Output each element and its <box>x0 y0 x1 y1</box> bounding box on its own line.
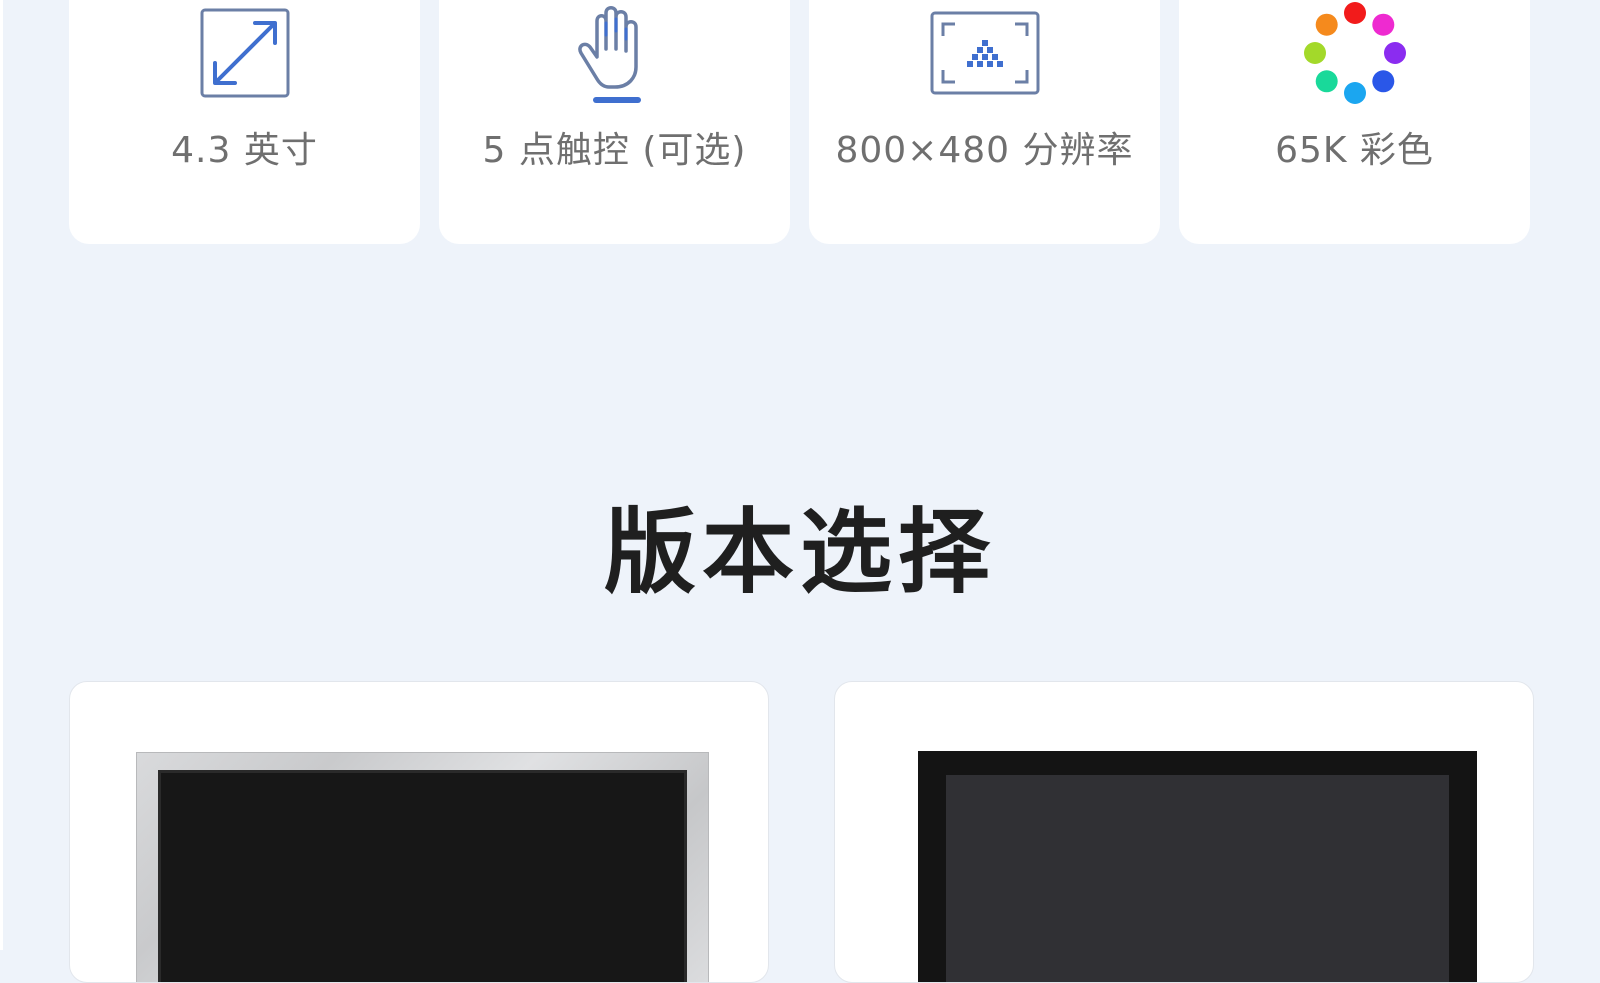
version-card-black[interactable] <box>834 681 1534 983</box>
color-dot <box>1371 70 1394 93</box>
section-title: 版本选择 <box>603 499 996 606</box>
page-edge <box>0 0 3 950</box>
color-dot <box>1315 13 1338 36</box>
display-module-silver-frame <box>136 752 709 982</box>
resize-diagonal-icon <box>69 6 420 100</box>
feature-card-size: 4.3 英寸 <box>69 0 420 244</box>
feature-card-touch: 5 点触控 (可选) <box>439 0 790 244</box>
color-dot <box>1371 13 1394 36</box>
color-dot <box>1383 42 1406 64</box>
color-wheel-icon <box>1179 2 1530 104</box>
feature-label-color: 65K 彩色 <box>1275 130 1434 171</box>
feature-label-size: 4.3 英寸 <box>171 130 318 171</box>
color-dot <box>1303 42 1326 64</box>
color-dot <box>1315 70 1338 93</box>
display-module-black-frame <box>918 751 1477 982</box>
feature-label-resolution: 800×480 分辨率 <box>835 130 1134 171</box>
resolution-screen-icon <box>809 6 1160 100</box>
feature-card-resolution: 800×480 分辨率 <box>809 0 1160 244</box>
module-screen <box>946 775 1449 982</box>
color-dot <box>1343 2 1366 24</box>
color-dot <box>1343 82 1366 104</box>
module-screen <box>158 770 687 982</box>
feature-card-color: 65K 彩色 <box>1179 0 1530 244</box>
version-card-silver[interactable] <box>69 681 769 983</box>
feature-label-touch: 5 点触控 (可选) <box>482 130 747 171</box>
feature-row: 4.3 英寸 5 点触控 (可选) 800×480 分辨率 65K 彩色 <box>69 0 1531 244</box>
hand-touch-icon <box>439 6 790 103</box>
